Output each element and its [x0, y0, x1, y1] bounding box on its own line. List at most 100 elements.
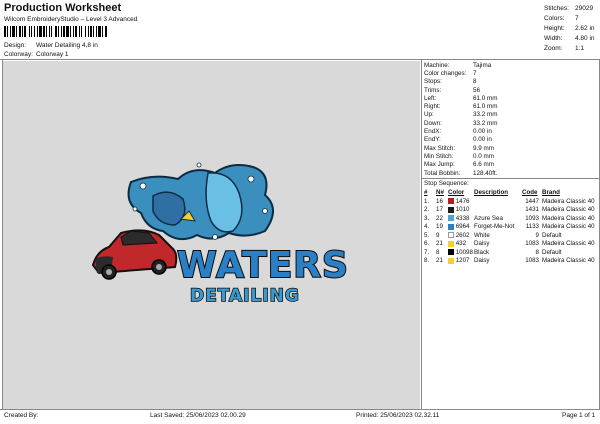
stat-row: Colors: 7 — [544, 13, 600, 23]
row-color: 1207 — [448, 257, 474, 266]
col-num-header: # — [424, 189, 428, 197]
stat-row: Stitches: 29029 — [544, 3, 600, 13]
row-needle: 16 — [436, 197, 443, 205]
property-label: Total Bobbin: — [424, 169, 461, 177]
row-brand: Madeira Classic 40 — [542, 240, 595, 248]
row-code: 1093 — [525, 214, 539, 222]
property-label: Max Stitch: — [424, 144, 456, 152]
stat-label: Width: — [544, 34, 563, 42]
table-row: 1. 16 1476 1447 Madeira Classic 40 — [424, 197, 600, 206]
color-code: 432 — [455, 240, 467, 248]
property-row: Trims: 56 — [424, 86, 600, 94]
stat-row: Height: 2.62 in — [544, 23, 600, 33]
stat-row: Width: 4.80 in — [544, 33, 600, 43]
design-preview: WATERS DETAILING — [3, 61, 420, 409]
property-value: 7 — [473, 69, 477, 77]
property-value: 56 — [473, 86, 481, 94]
stat-label: Height: — [544, 24, 565, 32]
color-swatch — [448, 223, 454, 230]
property-row: EndY: 0.00 in — [424, 136, 600, 144]
property-value: 0.0 mm — [473, 152, 494, 160]
color-code: 1010 — [455, 206, 470, 214]
row-code: 1083 — [525, 257, 539, 265]
property-label: Stops: — [424, 78, 442, 86]
table-row: 6. 21 432 Daisy 1083 Madeira Classic 40 — [424, 240, 600, 249]
table-row: 4. 19 6964 Forget-Me-Not 1133 Madeira Classi… — [424, 223, 600, 232]
table-row: 5. 9 2602 White 9 Default — [424, 231, 600, 240]
property-value: 61.0 mm — [473, 94, 498, 102]
row-color: 432 — [448, 240, 474, 249]
table-header-row: # N# Color Description Code Brand — [424, 188, 600, 197]
row-color: 2602 — [448, 231, 474, 240]
stop-sequence-table: # N# Color Description Code Brand 1. 16 1… — [424, 188, 600, 265]
row-color: 1476 — [448, 197, 474, 206]
row-description: Daisy — [474, 257, 490, 265]
row-needle: 17 — [436, 206, 443, 214]
row-code: 1083 — [525, 240, 539, 248]
row-code: 1133 — [525, 223, 539, 231]
row-num: 7. — [424, 248, 430, 256]
stats-panel: Stitches: 29029 Colors: 7 Height: 2.62 in Widt… — [544, 3, 600, 53]
row-description — [474, 197, 522, 206]
property-value: 6.6 mm — [473, 161, 494, 169]
property-label: EndY: — [424, 136, 441, 144]
row-num: 4. — [424, 223, 430, 231]
row-color: 1010 — [448, 206, 474, 215]
row-description: Daisy — [474, 240, 490, 248]
panel-divider — [421, 60, 422, 409]
stat-label: Zoom: — [544, 44, 563, 52]
properties-panel: Machine: Tajima Color changes: 7 Stops: 8 Trim… — [421, 61, 600, 265]
property-label: Max Jump: — [424, 161, 455, 169]
stat-value: 29029 — [575, 4, 594, 12]
page-number: Page 1 of 1 — [562, 412, 596, 419]
property-value: 128.40ft. — [473, 169, 498, 177]
col-color-header: Color — [448, 189, 465, 197]
design-row: Design: Water Detailing 4,8 in — [4, 42, 98, 49]
row-num: 2. — [424, 206, 430, 214]
row-needle: 21 — [436, 240, 443, 248]
property-value: 0.00 in — [473, 128, 492, 136]
artwork-subtitle-text: DETAILING — [190, 286, 300, 306]
color-swatch — [448, 240, 454, 247]
property-row: Right: 61.0 mm — [424, 102, 600, 110]
row-code: 9 — [535, 231, 539, 239]
row-description: White — [474, 231, 490, 239]
stat-value: 2.62 in — [575, 24, 595, 32]
color-code: 2602 — [455, 231, 470, 239]
property-row: Stops: 8 — [424, 78, 600, 86]
property-row: Max Jump: 6.6 mm — [424, 161, 600, 169]
property-label: Trims: — [424, 86, 442, 94]
row-num: 5. — [424, 231, 430, 239]
color-code: 1476 — [455, 197, 470, 205]
property-row: Color changes: 7 — [424, 69, 600, 77]
row-brand: Madeira Classic 40 — [542, 257, 595, 265]
color-swatch — [448, 249, 454, 256]
footer-divider — [0, 409, 600, 410]
row-num: 8. — [424, 257, 430, 265]
property-label: Min Stitch: — [424, 152, 454, 160]
property-row: EndX: 0.00 in — [424, 127, 600, 135]
row-brand: Madeira Classic 40 — [542, 214, 595, 222]
property-label: Right: — [424, 103, 441, 111]
red-car-graphic — [91, 229, 178, 280]
property-value: 33.2 mm — [473, 111, 498, 119]
col-brand-header: Brand — [542, 189, 560, 197]
row-brand: Default — [542, 231, 562, 239]
color-swatch — [448, 232, 454, 239]
property-row: Min Stitch: 0.0 mm — [424, 152, 600, 160]
property-label: Machine: — [424, 61, 450, 69]
row-color: 6964 — [448, 223, 474, 232]
design-label: Design: — [4, 42, 27, 49]
property-value: 8 — [473, 78, 477, 86]
stat-label: Stitches: — [544, 4, 569, 12]
row-needle: 8 — [436, 248, 440, 256]
row-brand: Madeira Classic 40 — [542, 206, 595, 214]
property-label: Color changes: — [424, 69, 467, 77]
barcode — [4, 26, 168, 37]
col-description-header: Description — [474, 189, 509, 197]
row-needle: 19 — [436, 223, 443, 231]
row-num: 3. — [424, 214, 430, 222]
color-code: 1207 — [455, 257, 470, 265]
color-code: 10098 — [455, 248, 473, 256]
stat-value: 7 — [575, 14, 579, 22]
